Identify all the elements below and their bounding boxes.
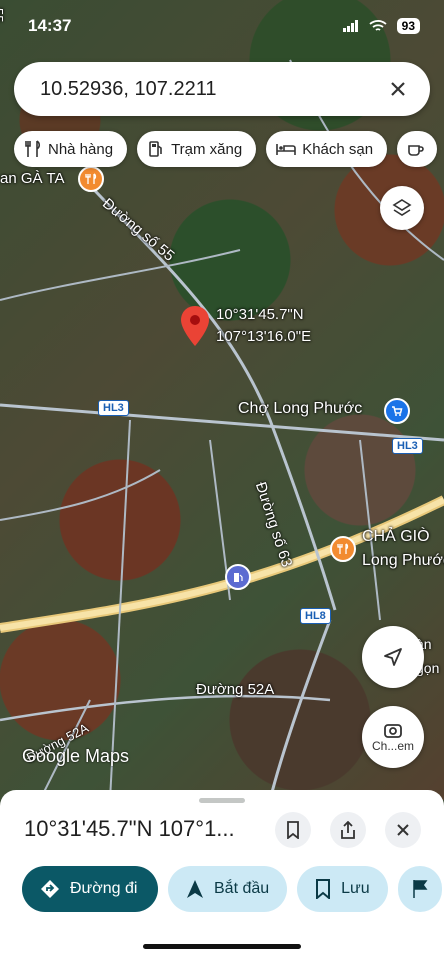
close-icon	[397, 824, 409, 836]
restaurant-icon[interactable]	[330, 536, 356, 562]
place-bottom-sheet[interactable]: 10°31'45.7"N 107°1... Đường đi Bắt đầu L…	[0, 790, 444, 960]
street-view-button[interactable]: Ch...em	[362, 706, 424, 768]
pin-coordinates: 10°31'45.7"N 107°13'16.0"E	[216, 304, 311, 348]
bookmark-icon	[287, 821, 299, 839]
coffee-icon	[408, 145, 424, 156]
clear-search-button[interactable]	[378, 69, 418, 109]
poi-label-cha-gio-sub[interactable]: Long Phước	[362, 552, 444, 570]
chip-label: Trạm xăng	[171, 140, 243, 158]
bookmark-icon	[316, 879, 331, 899]
street-view-label: Ch...em	[371, 739, 414, 753]
google-maps-logo: Google Maps	[22, 746, 130, 766]
search-input[interactable]: 10.52936, 107.2211	[40, 78, 378, 101]
layers-icon	[392, 199, 412, 216]
gas-station-icon	[149, 141, 162, 157]
chip-more[interactable]	[397, 131, 438, 167]
chip-restaurants[interactable]: Nhà hàng	[14, 131, 128, 167]
route-shield-hl3-right: HL3	[392, 438, 423, 454]
pin-longitude: 107°13'16.0"E	[216, 328, 312, 345]
map-canvas[interactable]: Đường số 55 Đường số 63 Đường 52A Đường …	[0, 0, 444, 800]
start-label: Bắt đầu	[214, 880, 270, 897]
chip-gas-stations[interactable]: Trạm xăng	[137, 131, 257, 167]
chip-hotels[interactable]: Khách sạn	[266, 131, 388, 167]
route-shield-hl8: HL8	[300, 608, 331, 624]
directions-icon	[41, 880, 59, 898]
search-bar[interactable]: 10.52936, 107.2211	[14, 62, 430, 116]
wifi-icon	[369, 19, 387, 31]
fork-knife-icon	[25, 140, 41, 157]
status-icons: 93	[342, 18, 420, 34]
flag-icon	[412, 880, 428, 898]
more-action-button[interactable]	[397, 866, 442, 912]
shopping-cart-icon[interactable]	[384, 398, 410, 424]
bed-icon	[276, 144, 297, 155]
chip-label: Khách sạn	[302, 140, 374, 158]
directions-button[interactable]: Đường đi	[22, 866, 158, 912]
chip-label: Nhà hàng	[48, 140, 114, 158]
home-indicator[interactable]	[143, 944, 301, 949]
close-icon	[391, 82, 405, 96]
poi-label-ga-ta[interactable]: an GÀ TA	[0, 170, 64, 187]
share-button[interactable]	[330, 812, 366, 848]
poi-label-cho-long-phuoc[interactable]: Chợ Long Phước	[238, 400, 362, 418]
camera-icon	[384, 724, 402, 738]
navigation-arrow-icon	[187, 880, 203, 898]
share-icon	[341, 821, 355, 839]
road-label-52a: Đường 52A	[196, 681, 275, 698]
save-bookmark-button[interactable]	[275, 812, 311, 848]
place-title: 10°31'45.7"N 107°1...	[24, 816, 235, 841]
status-bar: 14:37 93	[0, 0, 444, 54]
category-chips: Nhà hàng Trạm xăng Khách sạn	[14, 131, 438, 167]
my-location-button[interactable]	[362, 626, 424, 688]
close-sheet-button[interactable]	[385, 812, 421, 848]
pin-latitude: 10°31'45.7"N	[216, 306, 304, 323]
layers-button[interactable]	[380, 186, 424, 230]
action-buttons: Đường đi Bắt đầu Lưu	[22, 866, 442, 912]
start-button[interactable]: Bắt đầu	[168, 866, 288, 912]
poi-label-cha-gio[interactable]: CHẢ GIÒ	[362, 528, 430, 546]
gas-station-icon[interactable]	[225, 564, 251, 590]
directions-label: Đường đi	[70, 880, 138, 897]
location-pin-icon[interactable]	[180, 306, 210, 346]
save-label: Lưu	[341, 880, 370, 897]
route-shield-hl3-left: HL3	[98, 400, 129, 416]
navigation-arrow-icon	[384, 648, 402, 666]
save-button[interactable]: Lưu	[297, 866, 388, 912]
sheet-drag-handle[interactable]	[199, 798, 245, 803]
battery-level: 93	[396, 18, 420, 34]
restaurant-icon[interactable]	[78, 166, 104, 192]
status-time: 14:37	[28, 16, 72, 35]
signal-icon	[342, 20, 358, 32]
